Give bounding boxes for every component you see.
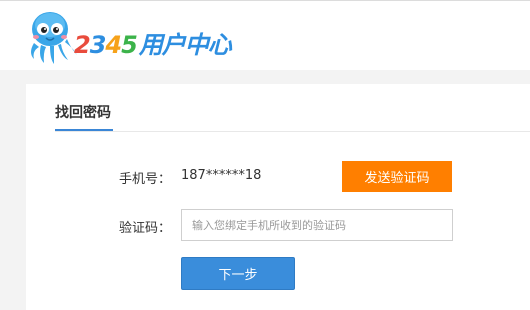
next-step-button[interactable]: 下一步 (181, 257, 295, 290)
logo-title: 用户中心 (138, 31, 232, 59)
tab-divider (55, 131, 530, 132)
logo-digit-2: 2 (74, 31, 91, 59)
phone-number-value: 187******18 (181, 168, 262, 183)
logo-digit-3: 3 (89, 31, 107, 59)
logo-digit-5: 5 (121, 31, 138, 59)
logo-digit-4: 4 (105, 31, 122, 59)
send-code-button[interactable]: 发送验证码 (342, 161, 452, 192)
verification-code-input[interactable] (181, 209, 453, 241)
recover-password-card: 找回密码 手机号： 187******18 发送验证码 验证码： 下一步 (26, 84, 530, 310)
code-label: 验证码： (119, 221, 172, 236)
logo[interactable]: 2345用户中心 (24, 7, 232, 67)
phone-label: 手机号： (119, 172, 172, 187)
octopus-mascot-icon (31, 12, 77, 64)
header-bar: 2345用户中心 (0, 0, 530, 70)
logo-text: 2345用户中心 (74, 25, 232, 60)
tab-recover-password[interactable]: 找回密码 (55, 102, 111, 122)
